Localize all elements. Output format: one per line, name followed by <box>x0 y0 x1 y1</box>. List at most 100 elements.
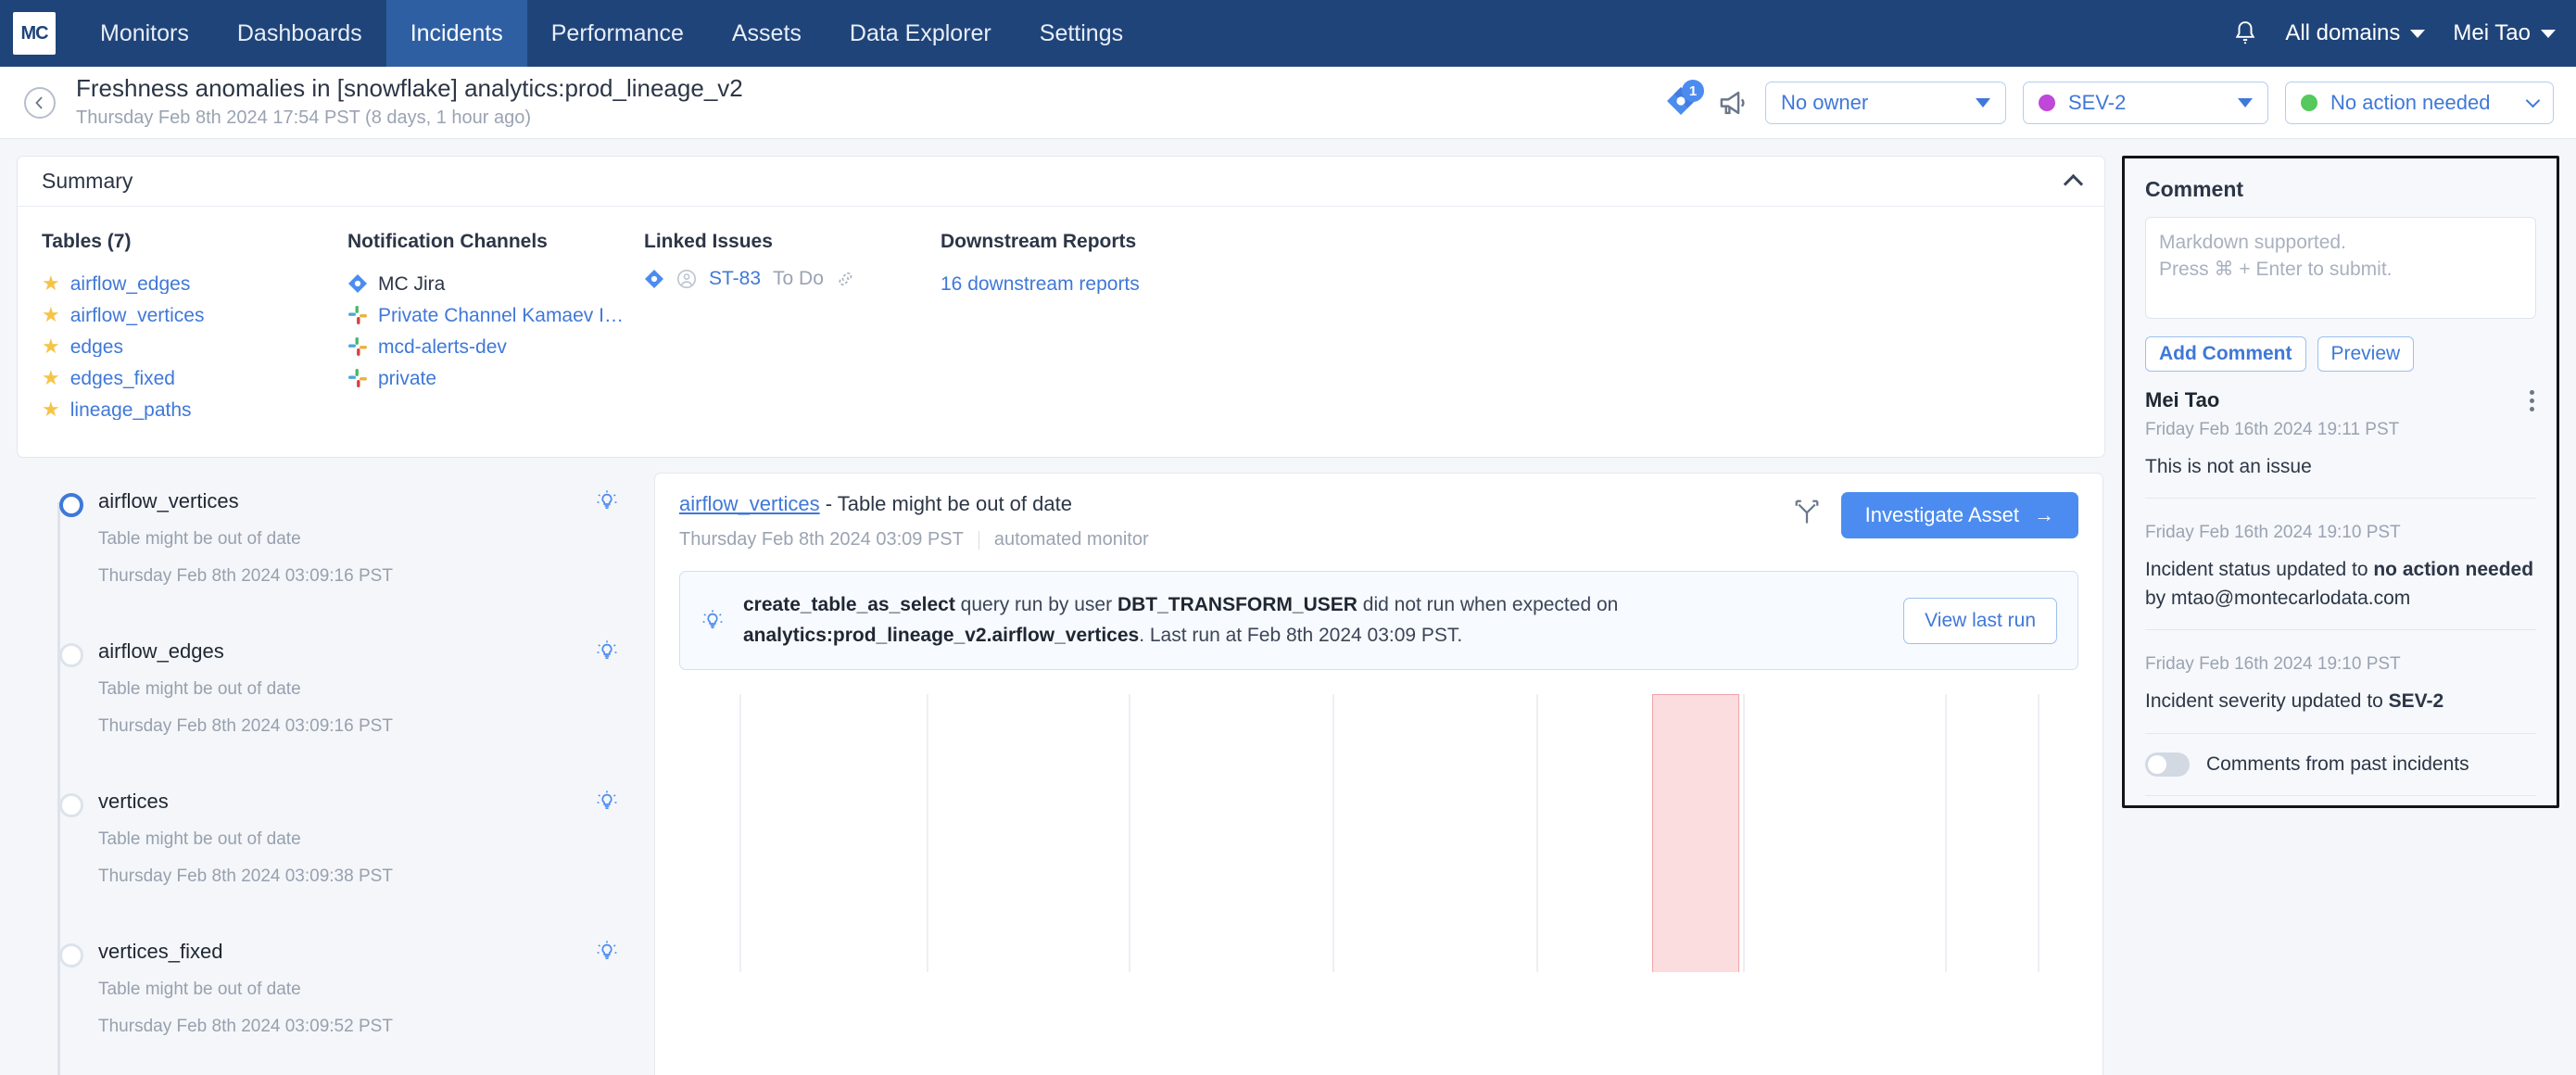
issue-key-link[interactable]: ST-83 <box>709 268 761 290</box>
nav-item-incidents[interactable]: Incidents <box>385 0 527 67</box>
linked-issues-column: Linked Issues ST-83 To Do <box>644 231 941 425</box>
comment-menu-icon[interactable] <box>2529 390 2534 411</box>
channel-row: private <box>347 362 644 394</box>
megaphone-icon[interactable] <box>1717 87 1749 119</box>
incident-detail-panel: airflow_vertices - Table might be out of… <box>654 473 2103 1075</box>
channel-row: Private Channel Kamaev Ivan (my... <box>347 299 644 331</box>
app-logo[interactable]: MC <box>13 12 56 55</box>
timeline-item[interactable]: vertices Table might be out of date Thur… <box>30 786 639 936</box>
channel-link[interactable]: private <box>378 369 436 388</box>
status-dropdown[interactable]: No action needed <box>2285 82 2554 124</box>
timeline-asset-time: Thursday Feb 8th 2024 03:09:16 PST <box>98 716 393 736</box>
chart-anomaly-band[interactable] <box>1652 694 1739 973</box>
table-row: ★ airflow_vertices <box>42 299 347 331</box>
severity-dropdown-label: SEV-2 <box>2068 91 2127 114</box>
channel-link[interactable]: Private Channel Kamaev Ivan (my... <box>378 306 628 325</box>
past-incidents-toggle[interactable] <box>2145 752 2190 777</box>
nav-item-dashboards[interactable]: Dashboards <box>213 0 386 67</box>
unlink-icon[interactable] <box>836 269 856 289</box>
table-row: ★ airflow_edges <box>42 268 347 299</box>
table-link[interactable]: edges <box>70 337 123 357</box>
detail-asset-link[interactable]: airflow_vertices <box>679 492 820 515</box>
channel-label: MC Jira <box>378 272 446 295</box>
nav-item-assets[interactable]: Assets <box>708 0 826 67</box>
channel-link[interactable]: mcd-alerts-dev <box>378 337 507 357</box>
timeline-item[interactable]: airflow_vertices Table might be out of d… <box>30 486 639 636</box>
insight-bulb-icon[interactable] <box>595 790 619 814</box>
severity-dropdown[interactable]: SEV-2 <box>2023 82 2268 124</box>
owner-dropdown[interactable]: No owner <box>1765 82 2006 124</box>
comment-entry: Friday Feb 16th 2024 19:10 PST Incident … <box>2145 630 2536 734</box>
nav-item-monitors[interactable]: Monitors <box>76 0 213 67</box>
comment-entry: Friday Feb 16th 2024 19:10 PST Incident … <box>2145 499 2536 631</box>
comment-text-bold: SEV-2 <box>2388 690 2444 713</box>
nav-item-performance[interactable]: Performance <box>527 0 708 67</box>
summary-card-body: Tables (7) ★ airflow_edges ★ airflow_ver… <box>18 207 2104 457</box>
past-incidents-toggle-label: Comments from past incidents <box>2206 752 2469 775</box>
incident-detail-split: airflow_vertices Table might be out of d… <box>17 473 2105 1075</box>
comment-author: Mei Tao <box>2145 388 2220 411</box>
comment-entry: Mei Tao Friday Feb 16th 2024 19:11 PST T… <box>2145 372 2536 500</box>
comment-text: Incident status updated to no action nee… <box>2145 556 2536 613</box>
add-comment-button[interactable]: Add Comment <box>2145 336 2306 372</box>
insight-bulb-icon[interactable] <box>595 489 619 513</box>
comment-text-pre: Incident status updated to <box>2145 559 2374 581</box>
insight-bulb-icon[interactable] <box>595 639 619 664</box>
freshness-chart[interactable] <box>679 694 2078 973</box>
chart-gridline <box>2038 694 2039 973</box>
channel-row: mcd-alerts-dev <box>347 331 644 362</box>
tables-column: Tables (7) ★ airflow_edges ★ airflow_ver… <box>42 231 347 425</box>
comment-text-bold: no action needed <box>2373 559 2534 581</box>
comment-panel: Comment Add Comment Preview Mei Tao Frid… <box>2122 156 2559 808</box>
domain-selector[interactable]: All domains <box>2285 20 2426 46</box>
insight-table: analytics:prod_lineage_v2.airflow_vertic… <box>743 624 1140 646</box>
user-menu[interactable]: Mei Tao <box>2453 20 2556 46</box>
timeline-item[interactable]: airflow_edges Table might be out of date… <box>30 636 639 786</box>
table-link[interactable]: lineage_paths <box>70 400 192 420</box>
timeline-asset-status: Table might be out of date <box>98 980 301 999</box>
timeline-item[interactable]: vertices_fixed Table might be out of dat… <box>30 936 639 1075</box>
chart-gridline <box>739 694 741 973</box>
view-last-run-button[interactable]: View last run <box>1903 597 2057 644</box>
insight-text: create_table_as_select query run by user… <box>743 590 1885 651</box>
chevron-left-icon <box>35 95 43 109</box>
jira-link-button[interactable]: 1 <box>1661 80 1704 122</box>
preview-comment-button[interactable]: Preview <box>2317 336 2415 372</box>
arrow-right-icon: → <box>2034 503 2054 526</box>
timeline-node-icon <box>59 493 83 517</box>
chart-gridline <box>1945 694 1947 973</box>
nav-items: Monitors Dashboards Incidents Performanc… <box>76 0 1147 67</box>
asset-timeline: airflow_vertices Table might be out of d… <box>17 473 639 1075</box>
tables-heading: Tables (7) <box>42 231 132 252</box>
back-button[interactable] <box>24 86 56 119</box>
bell-icon[interactable] <box>2233 19 2257 47</box>
downstream-reports-heading: Downstream Reports <box>941 231 1137 252</box>
comment-input[interactable] <box>2145 217 2536 319</box>
downstream-reports-link[interactable]: 16 downstream reports <box>941 274 1140 294</box>
collapse-summary-icon[interactable] <box>2063 173 2084 195</box>
timeline-asset-status: Table might be out of date <box>98 529 301 549</box>
lineage-icon[interactable] <box>1793 498 1821 525</box>
table-row: ★ lineage_paths <box>42 394 347 425</box>
nav-item-settings[interactable]: Settings <box>1016 0 1147 67</box>
table-link[interactable]: airflow_edges <box>70 274 191 294</box>
comment-timestamp: Friday Feb 16th 2024 19:10 PST <box>2145 654 2401 675</box>
nav-item-data-explorer[interactable]: Data Explorer <box>826 0 1016 67</box>
timeline-asset-time: Thursday Feb 8th 2024 03:09:16 PST <box>98 566 393 586</box>
star-icon: ★ <box>42 366 60 389</box>
star-icon: ★ <box>42 335 60 358</box>
detail-meta: Thursday Feb 8th 2024 03:09 PST automate… <box>679 529 1793 550</box>
chart-gridline <box>1129 694 1130 973</box>
investigate-asset-label: Investigate Asset <box>1864 503 2019 526</box>
table-link[interactable]: airflow_vertices <box>70 306 205 325</box>
chevron-down-icon <box>2238 98 2253 108</box>
insight-text-3: . Last run at Feb 8th 2024 03:09 PST. <box>1139 624 1463 646</box>
timeline-asset-status: Table might be out of date <box>98 829 301 849</box>
chevron-down-icon <box>2541 29 2556 38</box>
jira-icon <box>348 274 367 293</box>
table-link[interactable]: edges_fixed <box>70 369 175 388</box>
insight-bulb-icon[interactable] <box>595 940 619 964</box>
table-row: ★ edges_fixed <box>42 362 347 394</box>
investigate-asset-button[interactable]: Investigate Asset → <box>1840 492 2078 538</box>
detail-dash: - <box>825 492 833 515</box>
